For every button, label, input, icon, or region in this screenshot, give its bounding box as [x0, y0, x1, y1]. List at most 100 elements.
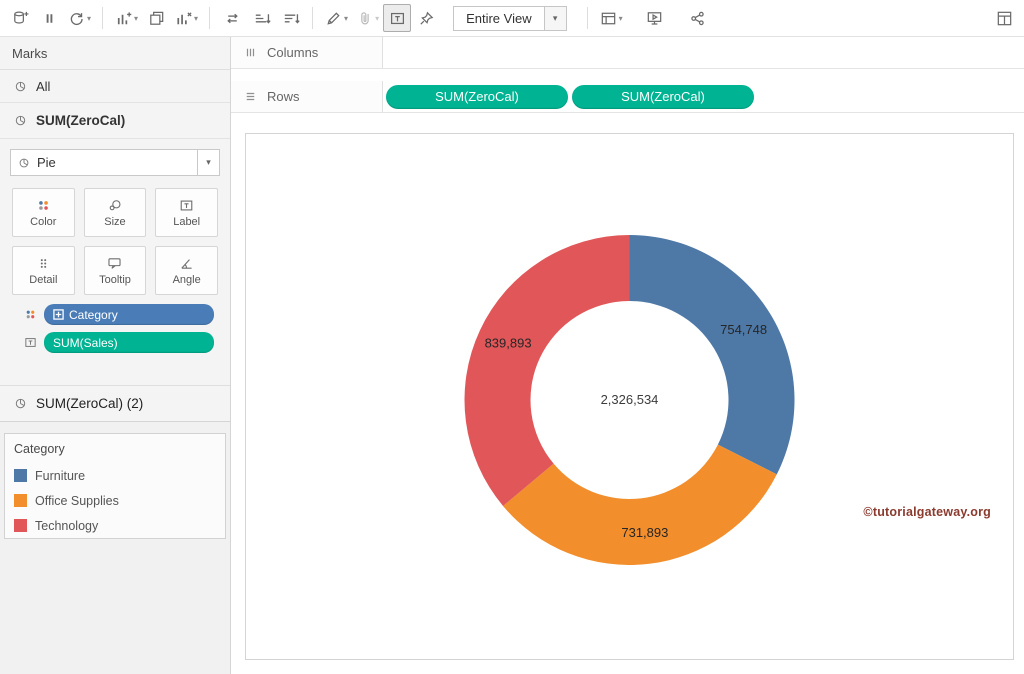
pause-auto-updates-icon [40, 9, 59, 28]
marks-buttons: Color Size Label Detail Tooltip [0, 188, 230, 295]
sort-ascending-button[interactable] [247, 4, 275, 32]
size-button[interactable]: Size [84, 188, 147, 237]
columns-shelf[interactable]: Columns [231, 37, 1024, 69]
office-supplies-swatch [14, 494, 27, 507]
marks-card-title: Marks [0, 37, 230, 70]
detail-button[interactable]: Detail [12, 246, 75, 295]
marks-row-sum-zerocal-label: SUM(ZeroCal) [36, 113, 125, 128]
marks-row-sum-zerocal-2[interactable]: SUM(ZeroCal) (2) [0, 385, 230, 421]
show-me-icon [995, 9, 1014, 28]
show-me-button[interactable] [990, 4, 1018, 32]
rows-pill-sum-zerocal-2[interactable]: SUM(ZeroCal) [572, 85, 754, 109]
legend-item-office-supplies[interactable]: Office Supplies [5, 488, 225, 513]
duplicate-sheet-button[interactable] [142, 4, 170, 32]
highlight-button[interactable]: ▾ [321, 4, 351, 32]
label-button[interactable]: Label [155, 188, 218, 237]
pie-mark-icon [13, 113, 28, 128]
chevron-down-icon: ▾ [87, 14, 91, 23]
presentation-mode-button[interactable] [641, 4, 669, 32]
rows-pill-sum-zerocal-1[interactable]: SUM(ZeroCal) [386, 85, 568, 109]
swap-rows-columns-button[interactable] [218, 4, 246, 32]
clear-sheet-button[interactable]: ▾ [171, 4, 201, 32]
fix-axes-icon [417, 9, 436, 28]
toolbar-separator [587, 7, 588, 29]
sum-sales-pill-label: SUM(Sales) [53, 336, 118, 350]
slice-value-label: 731,893 [621, 525, 668, 540]
legend-item-furniture[interactable]: Furniture [5, 463, 225, 488]
color-icon [35, 197, 52, 214]
group-members-icon [355, 9, 374, 28]
marks-row-all[interactable]: All [0, 70, 230, 103]
share-icon [688, 9, 707, 28]
donut-slice-furniture[interactable] [630, 235, 795, 474]
furniture-swatch [14, 469, 27, 482]
slice-value-label: 839,893 [485, 335, 532, 350]
duplicate-sheet-icon [147, 9, 166, 28]
donut-chart: 754,748731,893839,8932,326,534 [246, 134, 1013, 659]
rows-shelf-text: Rows [267, 89, 300, 104]
rows-shelf[interactable]: Rows SUM(ZeroCal) SUM(ZeroCal) [231, 81, 1024, 113]
pie-mark-icon [17, 156, 31, 170]
marks-row-sum-zerocal[interactable]: SUM(ZeroCal) [0, 103, 230, 139]
chevron-down-icon[interactable]: ▾ [197, 150, 219, 175]
size-button-label: Size [104, 216, 125, 228]
tooltip-button-label: Tooltip [99, 274, 131, 286]
marks-gap [0, 357, 230, 385]
on-color-icon [22, 307, 38, 322]
sum-sales-pill[interactable]: SUM(Sales) [44, 332, 214, 353]
legend-item-label: Furniture [35, 469, 85, 483]
show-hide-cards-icon [599, 9, 618, 28]
detail-icon [35, 255, 52, 272]
color-button-label: Color [30, 216, 56, 228]
angle-button-label: Angle [173, 274, 201, 286]
pause-auto-updates-button[interactable] [35, 4, 63, 32]
show-hide-cards-button[interactable]: ▾ [596, 4, 626, 32]
new-worksheet-button[interactable]: ▾ [111, 4, 141, 32]
watermark: ©tutorialgateway.org [863, 505, 991, 519]
sort-ascending-icon [252, 9, 271, 28]
sort-descending-icon [281, 9, 300, 28]
size-icon [106, 197, 123, 214]
category-pill[interactable]: Category [44, 304, 214, 325]
angle-button[interactable]: Angle [155, 246, 218, 295]
pie-mark-icon [13, 396, 28, 411]
columns-shelf-content[interactable] [383, 37, 1024, 68]
chevron-down-icon: ▾ [344, 14, 348, 23]
toolbar-separator [102, 7, 103, 29]
chevron-down-icon: ▾ [375, 14, 379, 23]
toolbar-separator [312, 7, 313, 29]
new-datasource-button[interactable] [6, 4, 34, 32]
share-button[interactable] [684, 4, 712, 32]
fit-selector-value: Entire View [454, 7, 544, 30]
marks-row-sum-zerocal-2-label: SUM(ZeroCal) (2) [36, 396, 143, 411]
chevron-down-icon[interactable]: ▾ [544, 7, 566, 30]
slice-value-label: 754,748 [720, 322, 767, 337]
group-members-button[interactable]: ▾ [352, 4, 382, 32]
legend-item-label: Technology [35, 519, 98, 533]
run-update-button[interactable]: ▾ [64, 4, 94, 32]
rows-shelf-label: Rows [231, 81, 383, 112]
mark-type-dropdown[interactable]: Pie ▾ [10, 149, 220, 176]
fit-selector[interactable]: Entire View ▾ [453, 6, 567, 31]
new-worksheet-icon [114, 9, 133, 28]
view-area: 754,748731,893839,8932,326,534 ©tutorial… [231, 113, 1024, 674]
rows-shelf-content[interactable]: SUM(ZeroCal) SUM(ZeroCal) [383, 81, 1024, 112]
columns-shelf-label: Columns [231, 37, 383, 68]
sort-descending-button[interactable] [276, 4, 304, 32]
donut-slice-technology[interactable] [465, 235, 630, 506]
main-toolbar: ▾ ▾ ▾ ▾ ▾ Entire View ▾ [0, 0, 1024, 37]
color-button[interactable]: Color [12, 188, 75, 237]
fix-axes-button[interactable] [412, 4, 440, 32]
chevron-down-icon: ▾ [619, 14, 623, 23]
plus-box-icon[interactable] [53, 309, 64, 320]
category-pill-label: Category [69, 308, 118, 322]
technology-swatch [14, 519, 27, 532]
legend-item-label: Office Supplies [35, 494, 119, 508]
new-datasource-icon [11, 9, 30, 28]
legend-item-technology[interactable]: Technology [5, 513, 225, 538]
show-mark-labels-button[interactable] [383, 4, 411, 32]
presentation-mode-icon [645, 9, 664, 28]
tooltip-button[interactable]: Tooltip [84, 246, 147, 295]
on-label-icon [22, 335, 38, 350]
label-button-label: Label [173, 216, 200, 228]
